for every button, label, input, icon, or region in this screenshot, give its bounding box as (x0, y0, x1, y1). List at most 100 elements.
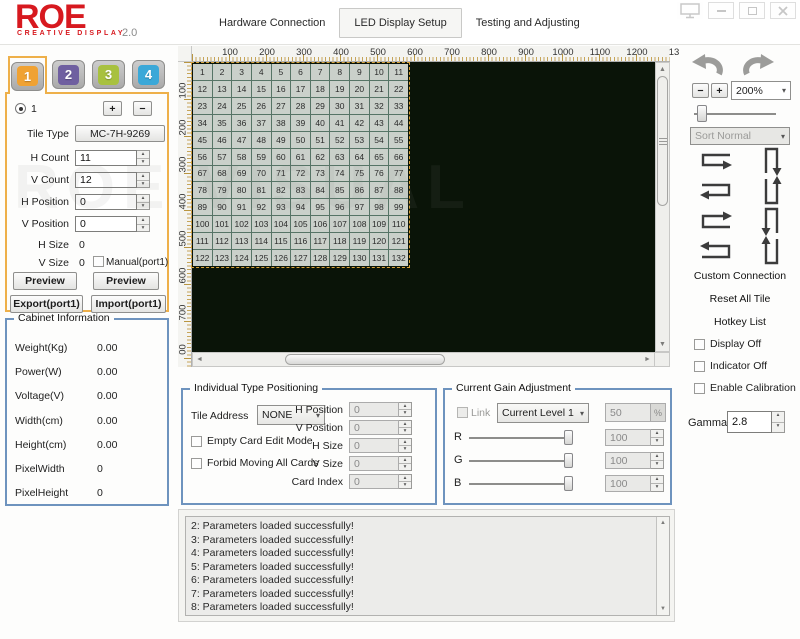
indicator-off-checkbox[interactable] (694, 361, 705, 372)
grid-tile-6[interactable]: 6 (291, 64, 310, 80)
grid-tile-12[interactable]: 12 (193, 81, 212, 97)
grid-tile-75[interactable]: 75 (350, 166, 369, 182)
grid-tile-66[interactable]: 66 (389, 149, 408, 165)
channel-input-b[interactable]: 100 (605, 475, 651, 492)
close-button[interactable] (770, 2, 796, 19)
grid-tile-29[interactable]: 29 (311, 98, 330, 114)
manual-port1-checkbox[interactable] (93, 256, 104, 267)
tab-hardware-connection[interactable]: Hardware Connection (205, 9, 339, 37)
monitor-icon[interactable] (677, 2, 703, 19)
grid-tile-74[interactable]: 74 (330, 166, 349, 182)
channel-slider-track-b[interactable] (469, 483, 573, 485)
grid-tile-65[interactable]: 65 (370, 149, 389, 165)
grid-tile-53[interactable]: 53 (350, 132, 369, 148)
grid-tile-95[interactable]: 95 (311, 199, 330, 215)
gamma-spinner[interactable]: ▴▾ (772, 411, 785, 433)
grid-tile-76[interactable]: 76 (370, 166, 389, 182)
sort-mode-dropdown[interactable]: Sort Normal ▾ (690, 127, 790, 145)
redo-button[interactable] (742, 52, 776, 80)
grid-tile-125[interactable]: 125 (252, 250, 271, 266)
current-level-dropdown[interactable]: Current Level 1 ▾ (497, 403, 589, 423)
grid-tile-124[interactable]: 124 (232, 250, 251, 266)
grid-tile-78[interactable]: 78 (193, 182, 212, 198)
vertical-scroll-thumb[interactable] (657, 76, 668, 206)
grid-tile-119[interactable]: 119 (350, 233, 369, 249)
log-scrollbar[interactable]: ▲ ▼ (656, 517, 669, 615)
grid-tile-43[interactable]: 43 (370, 115, 389, 131)
grid-tile-50[interactable]: 50 (291, 132, 310, 148)
grid-tile-36[interactable]: 36 (232, 115, 251, 131)
field-input-v-position[interactable]: 0 (349, 420, 399, 435)
grid-tile-123[interactable]: 123 (213, 250, 232, 266)
grid-tile-85[interactable]: 85 (330, 182, 349, 198)
grid-tile-79[interactable]: 79 (213, 182, 232, 198)
link-checkbox[interactable] (457, 407, 468, 418)
grid-tile-4[interactable]: 4 (252, 64, 271, 80)
grid-tile-105[interactable]: 105 (291, 216, 310, 232)
zoom-level-dropdown[interactable]: 200% ▾ (731, 81, 791, 100)
channel-input-g[interactable]: 100 (605, 452, 651, 469)
empty-card-edit-mode-checkbox[interactable] (191, 436, 202, 447)
grid-tile-26[interactable]: 26 (252, 98, 271, 114)
grid-tile-90[interactable]: 90 (213, 199, 232, 215)
field-input-v-size[interactable]: 0 (349, 456, 399, 471)
grid-tile-106[interactable]: 106 (311, 216, 330, 232)
undo-button[interactable] (690, 52, 724, 80)
vertical-snake-left-arrow-down-icon[interactable] (760, 205, 784, 237)
vertical-snake-arrow-up-icon[interactable] (760, 175, 784, 207)
spinner-arrows[interactable]: ▴▾ (651, 475, 664, 492)
grid-tile-49[interactable]: 49 (272, 132, 291, 148)
grid-tile-28[interactable]: 28 (291, 98, 310, 114)
grid-tile-24[interactable]: 24 (213, 98, 232, 114)
tile-tab-button-2[interactable]: 2 (52, 60, 85, 89)
grid-tile-54[interactable]: 54 (370, 132, 389, 148)
grid-tile-62[interactable]: 62 (311, 149, 330, 165)
preview-right-button[interactable]: Preview (93, 272, 159, 290)
canvas-vertical-scrollbar[interactable]: ▲ ▼ (655, 62, 670, 352)
horizontal-scroll-thumb[interactable] (285, 354, 445, 365)
spinner-arrows[interactable]: ▴▾ (399, 438, 412, 453)
grid-tile-34[interactable]: 34 (193, 115, 212, 131)
remove-port-button[interactable]: − (133, 101, 152, 116)
grid-tile-23[interactable]: 23 (193, 98, 212, 114)
scroll-up-arrow-icon[interactable]: ▲ (656, 63, 669, 76)
grid-tile-37[interactable]: 37 (252, 115, 271, 131)
grid-tile-108[interactable]: 108 (350, 216, 369, 232)
grid-tile-11[interactable]: 11 (389, 64, 408, 80)
grid-tile-59[interactable]: 59 (252, 149, 271, 165)
field-input-v-position[interactable]: 0 (75, 216, 137, 232)
grid-tile-84[interactable]: 84 (311, 182, 330, 198)
tile-tab-button-3[interactable]: 3 (92, 60, 125, 89)
grid-tile-82[interactable]: 82 (272, 182, 291, 198)
grid-tile-115[interactable]: 115 (272, 233, 291, 249)
grid-tile-107[interactable]: 107 (330, 216, 349, 232)
grid-tile-67[interactable]: 67 (193, 166, 212, 182)
spinner-arrows[interactable]: ▴▾ (651, 429, 664, 446)
grid-tile-33[interactable]: 33 (389, 98, 408, 114)
grid-tile-77[interactable]: 77 (389, 166, 408, 182)
gamma-input[interactable]: 2.8 (727, 411, 772, 433)
grid-tile-17[interactable]: 17 (291, 81, 310, 97)
grid-tile-40[interactable]: 40 (311, 115, 330, 131)
grid-tile-63[interactable]: 63 (330, 149, 349, 165)
channel-slider-thumb-g[interactable] (564, 453, 573, 468)
grid-tile-129[interactable]: 129 (330, 250, 349, 266)
grid-tile-46[interactable]: 46 (213, 132, 232, 148)
grid-tile-117[interactable]: 117 (311, 233, 330, 249)
spinner-arrows[interactable]: ▴▾ (399, 456, 412, 471)
grid-tile-68[interactable]: 68 (213, 166, 232, 182)
grid-tile-35[interactable]: 35 (213, 115, 232, 131)
reset-all-tile-button[interactable]: Reset All Tile (680, 293, 800, 305)
grid-tile-94[interactable]: 94 (291, 199, 310, 215)
grid-tile-41[interactable]: 41 (330, 115, 349, 131)
grid-tile-7[interactable]: 7 (311, 64, 330, 80)
grid-tile-9[interactable]: 9 (350, 64, 369, 80)
grid-tile-22[interactable]: 22 (389, 81, 408, 97)
grid-tile-2[interactable]: 2 (213, 64, 232, 80)
spinner-arrows[interactable]: ▴▾ (137, 172, 150, 188)
grid-tile-83[interactable]: 83 (291, 182, 310, 198)
grid-tile-132[interactable]: 132 (389, 250, 408, 266)
grid-tile-69[interactable]: 69 (232, 166, 251, 182)
grid-tile-18[interactable]: 18 (311, 81, 330, 97)
grid-tile-128[interactable]: 128 (311, 250, 330, 266)
